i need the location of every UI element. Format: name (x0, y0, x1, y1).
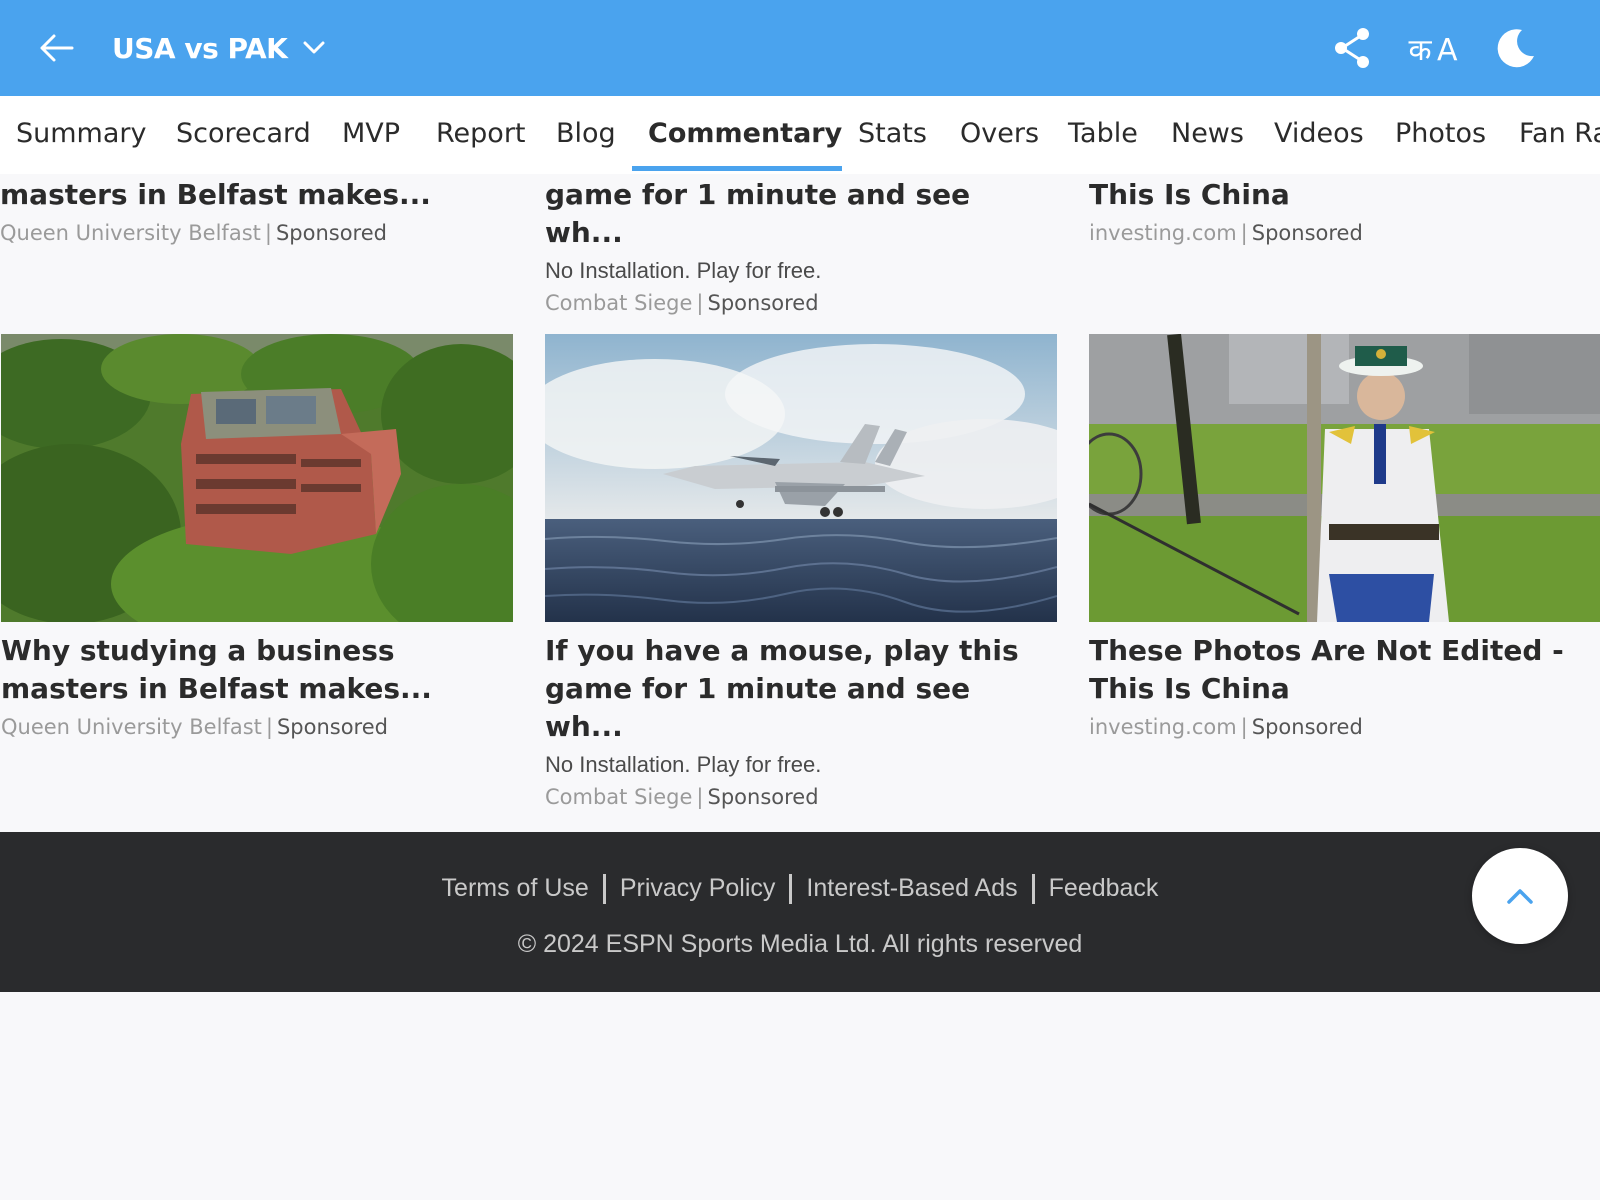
tab-photos[interactable]: Photos (1395, 96, 1486, 174)
ad-title: This Is China (1089, 178, 1290, 211)
back-button[interactable] (36, 28, 76, 68)
chevron-up-icon (1507, 889, 1533, 904)
aerial-campus-building-photo[interactable] (1, 334, 513, 622)
fighter-jet-over-sea-photo[interactable] (545, 334, 1057, 622)
back-arrow-icon (40, 34, 74, 62)
tab-blog[interactable]: Blog (556, 96, 616, 174)
ad-title: Why studying a business masters in Belfa… (1, 632, 513, 708)
ad-title-line: These Photos Are Not Edited - (1089, 634, 1564, 667)
tab-fan-ratings[interactable]: Fan Ratings (1519, 96, 1600, 174)
ad-title: game for 1 minute and see wh... (545, 178, 971, 249)
ad-title-line: masters in Belfast makes... (1, 672, 432, 705)
ad-source-name: Queen University Belfast (0, 221, 261, 245)
tab-videos[interactable]: Videos (1274, 96, 1364, 174)
ad-title-line: Why studying a business (1, 634, 395, 667)
tab-commentary[interactable]: Commentary (648, 96, 842, 174)
sponsored-label: Sponsored (707, 291, 819, 315)
copyright-text: © 2024 ESPN Sports Media Ltd. All rights… (517, 930, 1083, 958)
ad-source-name: Combat Siege (545, 291, 693, 315)
sponsored-label: Sponsored (707, 785, 819, 809)
sponsored-label: Sponsored (1251, 715, 1363, 739)
ad-source-name: Queen University Belfast (1, 715, 262, 739)
ad-source: investing.com | Sponsored (1089, 715, 1363, 739)
share-button[interactable] (1324, 20, 1380, 76)
moon-icon (1497, 29, 1534, 68)
footer-link-interest-ads[interactable]: Interest-Based Ads (806, 874, 1017, 902)
language-button[interactable]: क A (1404, 20, 1460, 76)
tab-overs[interactable]: Overs (960, 96, 1039, 174)
ad-source-name: investing.com (1089, 715, 1237, 739)
tab-table[interactable]: Table (1068, 96, 1138, 174)
chevron-down-icon (303, 41, 325, 55)
sponsored-label: Sponsored (276, 715, 388, 739)
divider (602, 874, 606, 905)
ad-card-partial[interactable]: This Is China investing.com | Sponsored (1089, 176, 1600, 250)
tab-mvp[interactable]: MVP (342, 96, 400, 174)
dark-mode-toggle[interactable] (1488, 20, 1544, 76)
ad-card-partial[interactable]: game for 1 minute and see wh... No Insta… (545, 176, 1057, 320)
traffic-officer-photo[interactable] (1089, 334, 1600, 622)
language-toggle-icon: क A (1408, 32, 1457, 68)
app-header: USA vs PAK क A (0, 0, 1600, 96)
ad-source-name: investing.com (1089, 221, 1237, 245)
sponsored-content: masters in Belfast makes... Queen Univer… (0, 174, 1600, 832)
ad-title: masters in Belfast makes... (0, 178, 431, 211)
divider (789, 874, 793, 905)
ad-title-line: game for 1 minute and see wh... (545, 672, 971, 743)
tab-news[interactable]: News (1171, 96, 1244, 174)
footer-link-privacy[interactable]: Privacy Policy (620, 874, 776, 902)
ad-source: Combat Siege | Sponsored (545, 785, 819, 809)
ad-title: These Photos Are Not Edited - This Is Ch… (1089, 632, 1600, 708)
ad-card[interactable]: If you have a mouse, play this game for … (545, 334, 1057, 814)
tab-scorecard[interactable]: Scorecard (176, 96, 311, 174)
ad-source-name: Combat Siege (545, 785, 693, 809)
ad-card[interactable]: These Photos Are Not Edited - This Is Ch… (1089, 334, 1600, 744)
tab-summary[interactable]: Summary (16, 96, 146, 174)
scroll-to-top-button[interactable] (1472, 848, 1568, 944)
ad-title-line: If you have a mouse, play this (545, 634, 1019, 667)
ad-card[interactable]: Why studying a business masters in Belfa… (1, 334, 513, 744)
footer-link-terms[interactable]: Terms of Use (442, 874, 589, 902)
ad-source: investing.com | Sponsored (1089, 221, 1363, 245)
site-footer: Terms of Use Privacy Policy Interest-Based… (0, 832, 1600, 992)
tab-stats[interactable]: Stats (858, 96, 927, 174)
ad-source: Queen University Belfast | Sponsored (1, 715, 388, 739)
ad-title-line: This Is China (1089, 672, 1290, 705)
match-tabs: Summary Scorecard MVP Report Blog Commen… (0, 96, 1600, 174)
match-title: USA vs PAK (112, 31, 288, 65)
ad-source: Queen University Belfast | Sponsored (0, 221, 387, 245)
ad-description: No Installation. Play for free. (545, 752, 822, 777)
sponsored-label: Sponsored (275, 221, 387, 245)
footer-links: Terms of Use Privacy Policy Interest-Based… (0, 874, 1600, 905)
ad-description: No Installation. Play for free. (545, 258, 822, 283)
share-icon (1335, 28, 1369, 68)
footer-link-feedback[interactable]: Feedback (1049, 874, 1159, 902)
match-selector[interactable]: USA vs PAK (112, 28, 325, 68)
ad-source: Combat Siege | Sponsored (545, 291, 819, 315)
tab-report[interactable]: Report (436, 96, 526, 174)
ad-title: If you have a mouse, play this game for … (545, 632, 1057, 746)
divider (1031, 874, 1035, 905)
ad-card-partial[interactable]: masters in Belfast makes... Queen Univer… (0, 176, 512, 250)
active-tab-indicator (632, 166, 842, 171)
sponsored-label: Sponsored (1251, 221, 1363, 245)
